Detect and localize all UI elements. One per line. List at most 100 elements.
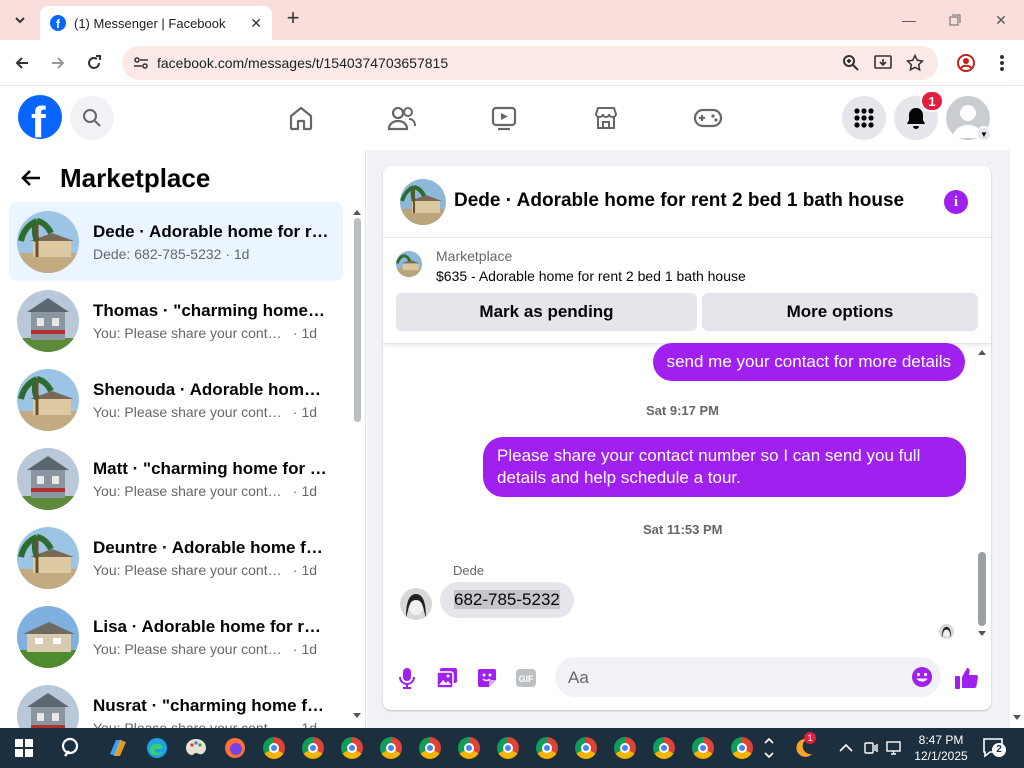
browser-menu-button[interactable] (989, 50, 1015, 76)
house-palm-image (396, 251, 422, 277)
copilot-app[interactable] (104, 734, 132, 762)
back-button[interactable] (9, 50, 35, 76)
start-button[interactable] (10, 734, 38, 762)
listing-title[interactable]: $635 - Adorable home for rent 2 bed 1 ba… (436, 268, 746, 284)
menu-button[interactable] (842, 96, 886, 140)
conversation-item[interactable]: Shenouda · Adorable home ... You: Please … (9, 360, 343, 439)
conversation-item[interactable]: Thomas · "charming home f... You: Please … (9, 281, 343, 360)
emoji-icon[interactable] (911, 666, 933, 688)
edge-app[interactable] (143, 734, 171, 762)
scroll-up-arrow-icon[interactable] (977, 348, 987, 356)
incoming-message[interactable]: 682-785-5232 (440, 582, 574, 618)
conversation-info-button[interactable]: i (944, 190, 968, 214)
nav-friends[interactable] (384, 100, 420, 136)
firefox-app[interactable] (221, 734, 249, 762)
back-arrow-icon[interactable] (20, 167, 42, 189)
gif-button[interactable]: GIF (514, 666, 538, 690)
chrome-window-8[interactable] (533, 734, 561, 762)
chrome-window-9[interactable] (572, 734, 600, 762)
network-icon-button[interactable] (883, 734, 905, 762)
forward-button[interactable] (45, 50, 71, 76)
chrome-window-4[interactable] (377, 734, 405, 762)
message-input[interactable]: Aa (555, 657, 941, 697)
conversation-item[interactable]: Nusrat · "charming home fo... You: Please… (9, 676, 343, 728)
chrome-window-13[interactable] (728, 734, 756, 762)
address-bar[interactable]: facebook.com/messages/t/1540374703657815 (122, 46, 938, 80)
chrome-window-5[interactable] (416, 734, 444, 762)
conversation-item[interactable]: Deuntre · Adorable home fo... You: Please… (9, 518, 343, 597)
show-hidden-icons-button[interactable] (834, 734, 858, 762)
message-scroll-thumb[interactable] (978, 552, 986, 626)
sticker-button[interactable] (475, 666, 499, 690)
restore-button[interactable] (932, 0, 978, 40)
close-window-button[interactable]: ✕ (978, 0, 1024, 40)
taskbar-overflow-button[interactable] (762, 734, 776, 762)
profile-button[interactable] (953, 50, 979, 76)
scroll-down-arrow-icon[interactable] (352, 712, 362, 720)
chrome-window-3[interactable] (338, 734, 366, 762)
taskbar-search-button[interactable] (58, 734, 86, 762)
site-settings-icon[interactable] (132, 54, 150, 72)
outgoing-message[interactable]: Please share your contact number so I ca… (483, 437, 966, 497)
account-chevron-icon[interactable]: ▼ (976, 126, 992, 142)
reload-button[interactable] (81, 50, 107, 76)
mark-as-pending-button[interactable]: Mark as pending (396, 293, 697, 331)
chrome-window-10[interactable] (611, 734, 639, 762)
chrome-window-11[interactable] (650, 734, 678, 762)
scroll-down-arrow-icon[interactable] (977, 630, 987, 638)
paint-app[interactable] (182, 734, 210, 762)
tab-close-icon[interactable]: ✕ (250, 15, 262, 32)
panel-header: Marketplace (20, 160, 210, 196)
chrome-window-7[interactable] (494, 734, 522, 762)
taskbar-clock[interactable]: 8:47 PM 12/1/2025 (910, 732, 972, 764)
chrome-window-12[interactable] (689, 734, 717, 762)
minimize-button[interactable]: — (886, 0, 932, 40)
chrome-window-2[interactable] (299, 734, 327, 762)
tab-search-button[interactable] (8, 8, 32, 32)
conversation-preview-row: You: Please share your contact ... · 1d (93, 404, 329, 420)
page-scrollbar[interactable] (1010, 86, 1024, 728)
conversation-item[interactable]: Dede · Adorable home for re... Dede: 682-… (9, 202, 343, 281)
scroll-down-arrow-icon[interactable] (1012, 714, 1022, 722)
outgoing-message[interactable]: send me your contact for more details (652, 343, 965, 381)
install-app-icon[interactable] (874, 54, 892, 72)
browser-tab-messenger[interactable]: f (1) Messenger | Facebook ✕ (40, 6, 272, 40)
chrome-window-1[interactable] (260, 734, 288, 762)
conversation-name: Nusrat · "charming home fo... (93, 695, 329, 715)
conversation-time: 1d (301, 640, 318, 657)
scroll-up-arrow-icon[interactable] (352, 208, 362, 216)
tray-device-icon[interactable] (860, 734, 882, 762)
nav-home[interactable] (283, 100, 319, 136)
conversation-preview-row: You: Please share your contact ... · 1d (93, 562, 329, 578)
weather-widget[interactable]: 1 (789, 732, 817, 762)
more-options-button[interactable]: More options (702, 293, 978, 331)
conversation-scroll-thumb[interactable] (354, 218, 361, 422)
new-tab-button[interactable]: + (282, 7, 304, 30)
tab-title: (1) Messenger | Facebook (74, 15, 226, 31)
bookmark-star-icon[interactable] (906, 54, 924, 72)
nav-marketplace[interactable] (588, 100, 624, 136)
sender-avatar[interactable] (400, 588, 432, 620)
voice-clip-button[interactable] (395, 666, 419, 690)
selected-message-text[interactable]: 682-785-5232 (454, 590, 560, 609)
chrome-window-6[interactable] (455, 734, 483, 762)
chat-header[interactable]: Dede · Adorable home for rent 2 bed 1 ba… (383, 166, 991, 238)
listing-thumbnail[interactable] (396, 251, 422, 277)
message-thread: send me your contact for more details Sa… (383, 343, 991, 644)
clock-date: 12/1/2025 (914, 749, 968, 763)
facebook-logo[interactable]: f (18, 95, 62, 139)
facebook-search-button[interactable] (70, 96, 114, 140)
like-button[interactable] (953, 664, 981, 692)
nav-video[interactable] (486, 100, 522, 136)
notification-center-button[interactable]: 2 (982, 737, 1008, 759)
message-composer: GIF Aa (383, 646, 991, 710)
house-image (17, 368, 79, 431)
attach-photo-button[interactable] (435, 666, 459, 690)
conversation-item[interactable]: Lisa · Adorable home for ren... You: Plea… (9, 597, 343, 676)
conversation-name: Lisa · Adorable home for ren... (93, 616, 329, 636)
nav-gaming[interactable] (690, 100, 726, 136)
zoom-icon[interactable] (842, 54, 860, 72)
conversation-item[interactable]: Matt · "charming home for r... You: Pleas… (9, 439, 343, 518)
url-text[interactable]: facebook.com/messages/t/1540374703657815 (157, 55, 448, 71)
chat-listing-thumbnail[interactable] (400, 179, 446, 225)
